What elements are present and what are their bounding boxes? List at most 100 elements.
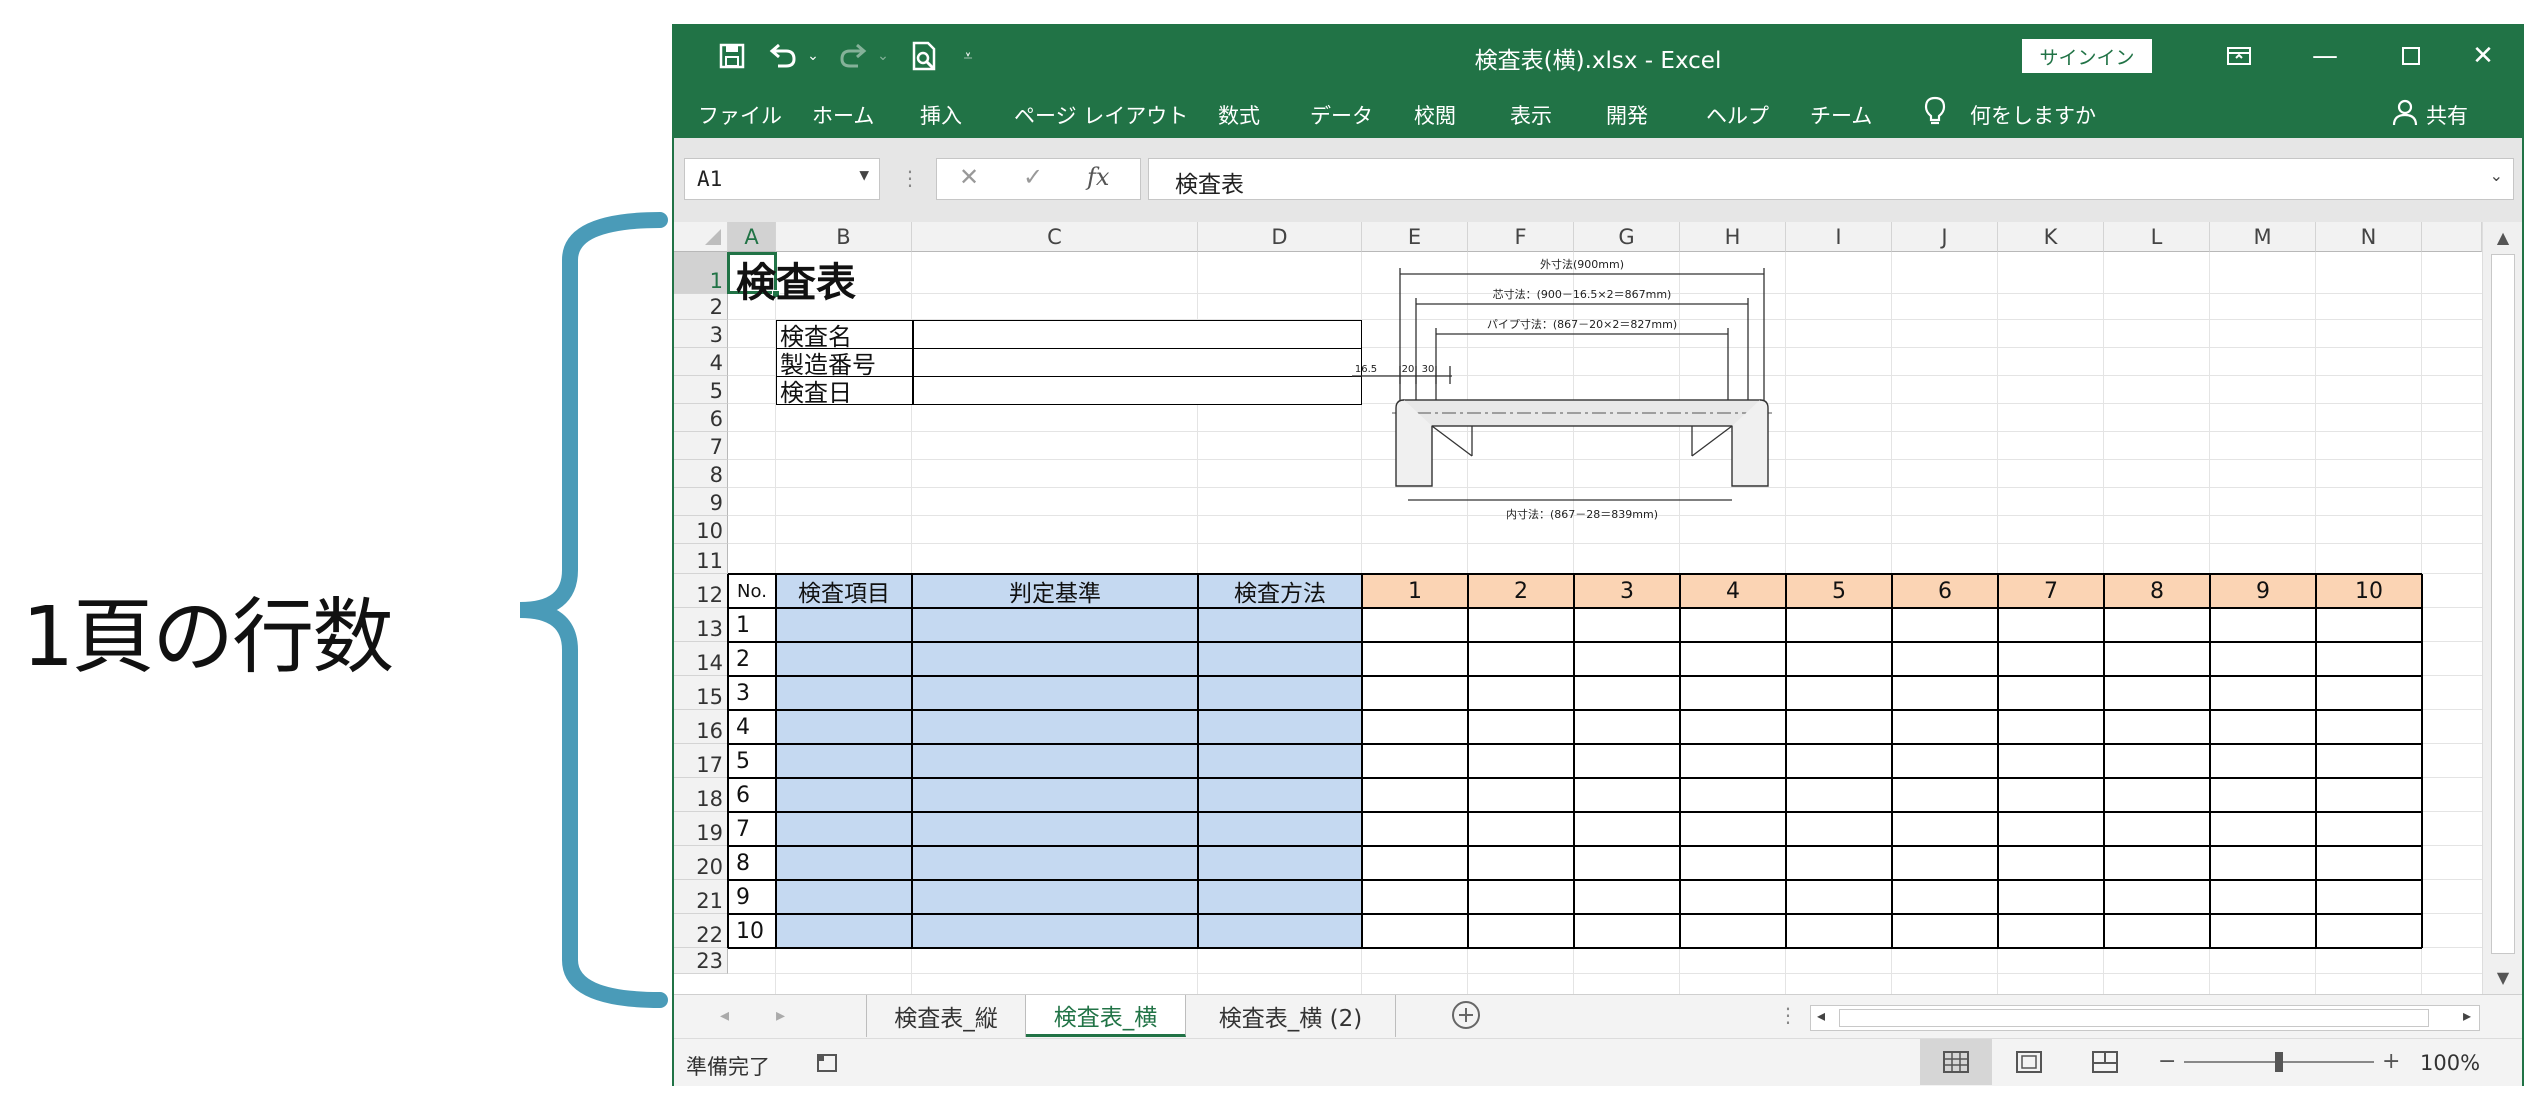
result-cell[interactable]	[1362, 608, 1468, 642]
tab-help[interactable]: ヘルプ	[1706, 100, 1769, 130]
blue-input-cell[interactable]	[776, 880, 912, 914]
blue-input-cell[interactable]	[1198, 812, 1362, 846]
header-sample-4[interactable]: 4	[1680, 574, 1786, 608]
header-method[interactable]: 検査方法	[1198, 574, 1362, 608]
result-cell[interactable]	[1892, 812, 1998, 846]
column-header-d[interactable]: D	[1198, 222, 1362, 252]
result-cell[interactable]	[1998, 642, 2104, 676]
result-cell[interactable]	[1574, 608, 1680, 642]
result-cell[interactable]	[2104, 812, 2210, 846]
row-header-9[interactable]: 9	[674, 488, 728, 516]
column-header-j[interactable]: J	[1892, 222, 1998, 252]
result-cell[interactable]	[1362, 710, 1468, 744]
tab-data[interactable]: データ	[1310, 100, 1373, 130]
row-header-12[interactable]: 12	[674, 574, 728, 608]
formula-input[interactable]: 検査表 ⌄	[1148, 158, 2514, 200]
cancel-formula-icon[interactable]: ✕	[959, 163, 979, 191]
blue-input-cell[interactable]	[912, 676, 1198, 710]
result-cell[interactable]	[1680, 744, 1786, 778]
header-sample-7[interactable]: 7	[1998, 574, 2104, 608]
result-cell[interactable]	[1892, 676, 1998, 710]
result-cell[interactable]	[2316, 846, 2422, 880]
result-cell[interactable]	[2104, 914, 2210, 948]
result-cell[interactable]	[1680, 710, 1786, 744]
close-icon[interactable]: ✕	[2440, 26, 2526, 86]
result-cell[interactable]	[1892, 608, 1998, 642]
result-cell[interactable]	[1786, 880, 1892, 914]
result-cell[interactable]	[1362, 744, 1468, 778]
next-sheet-icon[interactable]: ▸	[776, 1005, 785, 1026]
result-cell[interactable]	[1574, 710, 1680, 744]
result-cell[interactable]	[1574, 812, 1680, 846]
macro-record-icon[interactable]	[816, 1051, 840, 1078]
result-cell[interactable]	[1362, 846, 1468, 880]
blue-input-cell[interactable]	[912, 710, 1198, 744]
result-cell[interactable]	[1468, 846, 1574, 880]
result-cell[interactable]	[1574, 778, 1680, 812]
zoom-slider[interactable]	[2184, 1052, 2374, 1072]
row-header-23[interactable]: 23	[674, 948, 728, 974]
result-cell[interactable]	[2316, 642, 2422, 676]
result-cell[interactable]	[1680, 846, 1786, 880]
result-cell[interactable]	[1574, 846, 1680, 880]
column-header-a[interactable]: A	[728, 222, 776, 252]
blue-input-cell[interactable]	[776, 642, 912, 676]
blue-input-cell[interactable]	[1198, 710, 1362, 744]
tab-home[interactable]: ホーム	[812, 100, 874, 130]
row-number-8[interactable]: 8	[728, 846, 776, 880]
blue-input-cell[interactable]	[912, 608, 1198, 642]
result-cell[interactable]	[1786, 846, 1892, 880]
result-cell[interactable]	[2316, 676, 2422, 710]
row-number-9[interactable]: 9	[728, 880, 776, 914]
result-cell[interactable]	[1892, 778, 1998, 812]
expand-formula-icon[interactable]: ⌄	[2490, 166, 2503, 185]
column-header-c[interactable]: C	[912, 222, 1198, 252]
blue-input-cell[interactable]	[1198, 914, 1362, 948]
blue-input-cell[interactable]	[1198, 642, 1362, 676]
blue-input-cell[interactable]	[1198, 676, 1362, 710]
result-cell[interactable]	[2104, 846, 2210, 880]
row-header-7[interactable]: 7	[674, 432, 728, 460]
result-cell[interactable]	[2210, 880, 2316, 914]
result-cell[interactable]	[2316, 880, 2422, 914]
result-cell[interactable]	[2104, 778, 2210, 812]
header-criteria[interactable]: 判定基準	[912, 574, 1198, 608]
blue-input-cell[interactable]	[1198, 880, 1362, 914]
result-cell[interactable]	[2210, 744, 2316, 778]
scroll-up-icon[interactable]: ▲	[2483, 224, 2523, 252]
column-header-n[interactable]: N	[2316, 222, 2422, 252]
row-number-7[interactable]: 7	[728, 812, 776, 846]
horizontal-scrollbar[interactable]: ◂ ▸	[1810, 1005, 2480, 1031]
result-cell[interactable]	[1468, 778, 1574, 812]
normal-view-icon[interactable]	[1920, 1039, 1992, 1085]
page-layout-view-icon[interactable]	[2016, 1051, 2042, 1078]
result-cell[interactable]	[1892, 914, 1998, 948]
column-header-l[interactable]: L	[2104, 222, 2210, 252]
zoom-level[interactable]: 100%	[2420, 1051, 2480, 1075]
scroll-left-icon[interactable]: ◂	[1817, 1006, 1825, 1025]
row-header-17[interactable]: 17	[674, 744, 728, 778]
blue-input-cell[interactable]	[912, 846, 1198, 880]
row-header-4[interactable]: 4	[674, 348, 728, 376]
result-cell[interactable]	[1892, 710, 1998, 744]
result-cell[interactable]	[1998, 914, 2104, 948]
result-cell[interactable]	[2210, 642, 2316, 676]
result-cell[interactable]	[1468, 642, 1574, 676]
row-header-2[interactable]: 2	[674, 294, 728, 320]
tab-formulas[interactable]: 数式	[1218, 100, 1260, 130]
result-cell[interactable]	[2316, 812, 2422, 846]
split-handle-icon[interactable]: ⋮	[1778, 1003, 1798, 1027]
result-cell[interactable]	[1680, 778, 1786, 812]
result-cell[interactable]	[2316, 914, 2422, 948]
worksheet-grid[interactable]: A B C D E F G H I J K L M N 1 2 3 4 5 6 7 8 9 10 11 12 13 14 15 16 17 1…	[674, 222, 2482, 994]
row-header-6[interactable]: 6	[674, 404, 728, 432]
row-header-20[interactable]: 20	[674, 846, 728, 880]
result-cell[interactable]	[1680, 914, 1786, 948]
result-cell[interactable]	[1786, 710, 1892, 744]
result-cell[interactable]	[1574, 914, 1680, 948]
signin-button[interactable]: サインイン	[2022, 39, 2152, 73]
result-cell[interactable]	[1362, 676, 1468, 710]
result-cell[interactable]	[2210, 710, 2316, 744]
header-sample-5[interactable]: 5	[1786, 574, 1892, 608]
row-header-18[interactable]: 18	[674, 778, 728, 812]
